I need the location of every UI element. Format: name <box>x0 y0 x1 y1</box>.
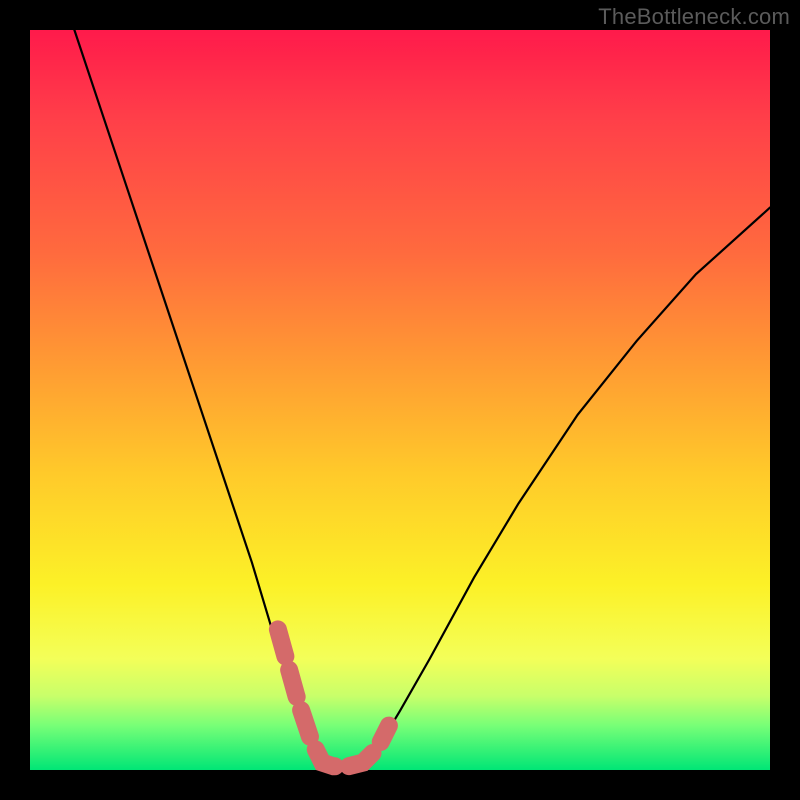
watermark-text: TheBottleneck.com <box>598 4 790 30</box>
chart-svg <box>30 30 770 770</box>
highlight-band-path <box>278 629 389 766</box>
bottleneck-curve-path <box>74 30 770 766</box>
plot-area <box>30 30 770 770</box>
chart-frame: TheBottleneck.com <box>0 0 800 800</box>
